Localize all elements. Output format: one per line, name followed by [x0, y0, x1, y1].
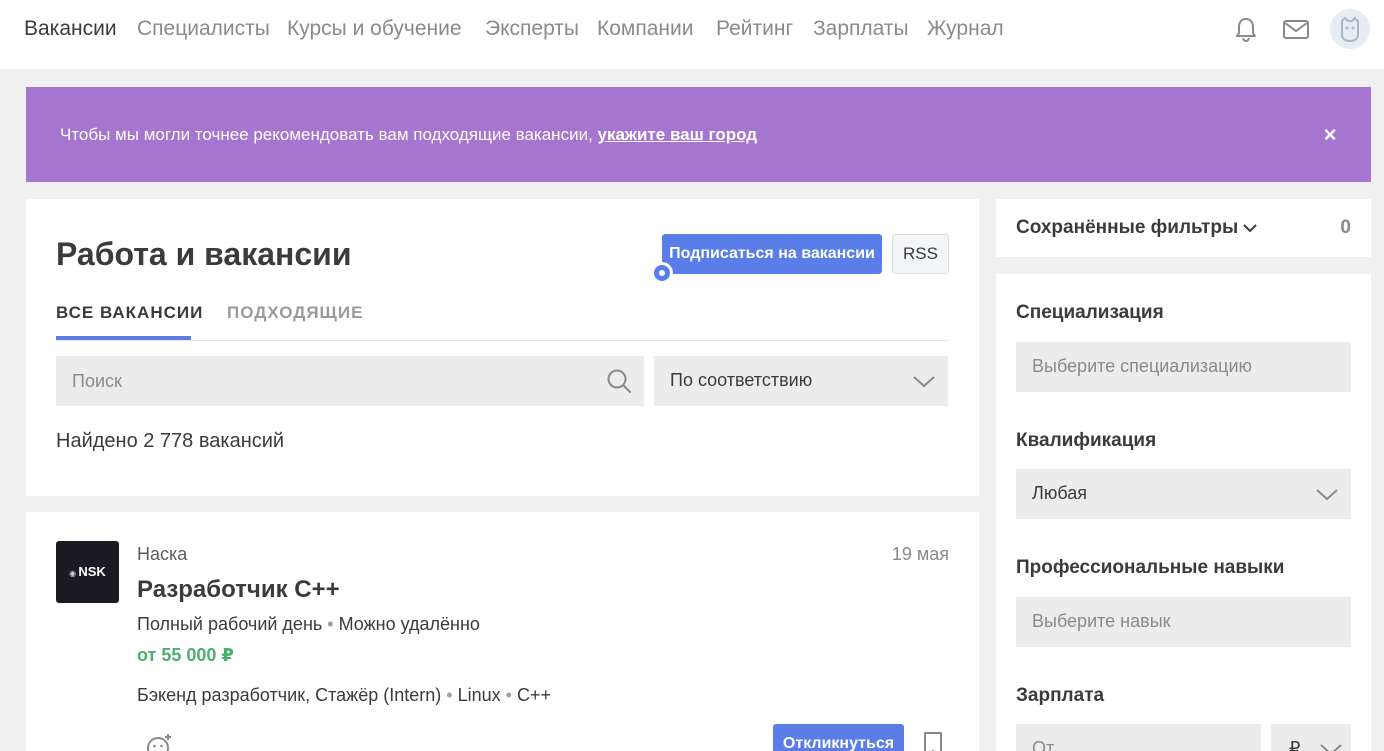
banner-text: Чтобы мы могли точнее рекомендовать вам …: [60, 125, 757, 145]
notification-dot-icon: [651, 262, 673, 284]
nav-item-companies[interactable]: Компании: [597, 17, 693, 41]
skills-placeholder: Выберите навык: [1032, 611, 1171, 631]
search-icon[interactable]: [605, 367, 633, 395]
nav-item-courses[interactable]: Курсы и обучение: [287, 17, 462, 41]
nav-item-rating[interactable]: Рейтинг: [716, 17, 793, 41]
condition-item: Можно удалённо: [338, 614, 480, 634]
saved-filters-panel: Сохранённые фильтры 0: [996, 199, 1371, 257]
specialization-select[interactable]: Выберите специализацию: [1016, 342, 1351, 392]
separator-dot: •: [505, 685, 512, 705]
skills-select[interactable]: Выберите навык: [1016, 597, 1351, 647]
nav-item-vacancies[interactable]: Вакансии: [24, 17, 117, 41]
logo-mark-icon: ◉: [69, 569, 79, 578]
chevron-down-icon: [913, 376, 935, 388]
qualification-select[interactable]: Любая: [1016, 469, 1351, 519]
avatar[interactable]: [1330, 9, 1370, 49]
close-icon[interactable]: ×: [1320, 124, 1340, 146]
search-input[interactable]: [56, 356, 596, 406]
condition-item: Полный рабочий день: [137, 614, 323, 634]
apply-button[interactable]: Откликнуться: [773, 724, 904, 751]
vacancy-skills: Бэкенд разработчик, Стажёр (Intern) • Li…: [137, 685, 551, 706]
salary-from-placeholder: От: [1032, 738, 1055, 751]
banner-message: Чтобы мы могли точнее рекомендовать вам …: [60, 125, 598, 144]
filter-label-specialization: Специализация: [1016, 302, 1164, 323]
subscribe-button[interactable]: Подписаться на вакансии: [662, 234, 882, 274]
page-title: Работа и вакансии: [56, 236, 352, 272]
specialization-placeholder: Выберите специализацию: [1032, 356, 1252, 376]
currency-select[interactable]: ₽: [1271, 724, 1351, 751]
skill-item[interactable]: Бэкенд разработчик, Стажёр (Intern): [137, 685, 441, 705]
sort-select[interactable]: По соответствию: [654, 356, 948, 406]
nav-item-journal[interactable]: Журнал: [927, 17, 1004, 41]
results-count: Найдено 2 778 вакансий: [56, 430, 285, 452]
avatar-icon: [1330, 9, 1370, 49]
chevron-down-icon: [1320, 744, 1342, 751]
tab-suitable[interactable]: ПОДХОДЯЩИЕ: [227, 303, 363, 323]
banner-city-link[interactable]: укажите ваш город: [598, 125, 758, 144]
city-banner: Чтобы мы могли точнее рекомендовать вам …: [26, 87, 1371, 182]
tabs-divider: [56, 340, 948, 341]
mail-icon[interactable]: [1281, 14, 1311, 44]
bookmark-icon[interactable]: [921, 730, 945, 751]
filter-label-skills: Профессиональные навыки: [1016, 557, 1285, 578]
skill-item[interactable]: C++: [517, 685, 551, 705]
skill-item[interactable]: Linux: [458, 685, 501, 705]
company-name[interactable]: Наска: [137, 544, 187, 565]
vacancy-date: 19 мая: [891, 544, 949, 564]
separator-dot: •: [446, 685, 453, 705]
nav-item-salaries[interactable]: Зарплаты: [813, 17, 909, 41]
filter-label-qualification: Квалификация: [1016, 430, 1157, 451]
company-logo[interactable]: ◉ NSK: [56, 541, 119, 603]
chevron-down-icon: [1316, 489, 1338, 501]
vacancies-header-card: Работа и вакансии Подписаться на ваканси…: [26, 199, 979, 496]
currency-value: ₽: [1289, 738, 1301, 751]
saved-filters-label[interactable]: Сохранённые фильтры: [1016, 217, 1238, 239]
qualification-value: Любая: [1032, 483, 1087, 503]
logo-text: NSK: [78, 564, 106, 579]
vacancy-card: ◉ NSK Наска 19 мая Разработчик C++ Полны…: [26, 512, 979, 751]
sort-select-value: По соответствию: [670, 370, 813, 390]
tab-all-vacancies[interactable]: ВСЕ ВАКАНСИИ: [56, 303, 203, 323]
rss-button[interactable]: RSS: [892, 234, 949, 274]
chevron-down-icon[interactable]: [1241, 219, 1259, 237]
vacancy-title[interactable]: Разработчик C++: [137, 576, 340, 604]
bell-icon[interactable]: [1231, 14, 1261, 44]
salary-from-input[interactable]: От: [1016, 724, 1261, 751]
saved-filters-count: 0: [1340, 217, 1351, 238]
top-navigation: Вакансии Специалисты Курсы и обучение Эк…: [0, 0, 1384, 69]
vacancy-conditions: Полный рабочий день • Можно удалённо: [137, 614, 480, 635]
search-box: [56, 356, 644, 406]
separator-dot: •: [327, 614, 334, 634]
smile-icon[interactable]: [144, 732, 174, 751]
vacancy-salary: от 55 000 ₽: [137, 645, 234, 665]
nav-item-specialists[interactable]: Специалисты: [137, 17, 270, 41]
filters-panel: Специализация Выберите специализацию Ква…: [996, 274, 1371, 751]
filter-label-salary: Зарплата: [1016, 685, 1105, 706]
nav-item-experts[interactable]: Эксперты: [485, 17, 579, 41]
